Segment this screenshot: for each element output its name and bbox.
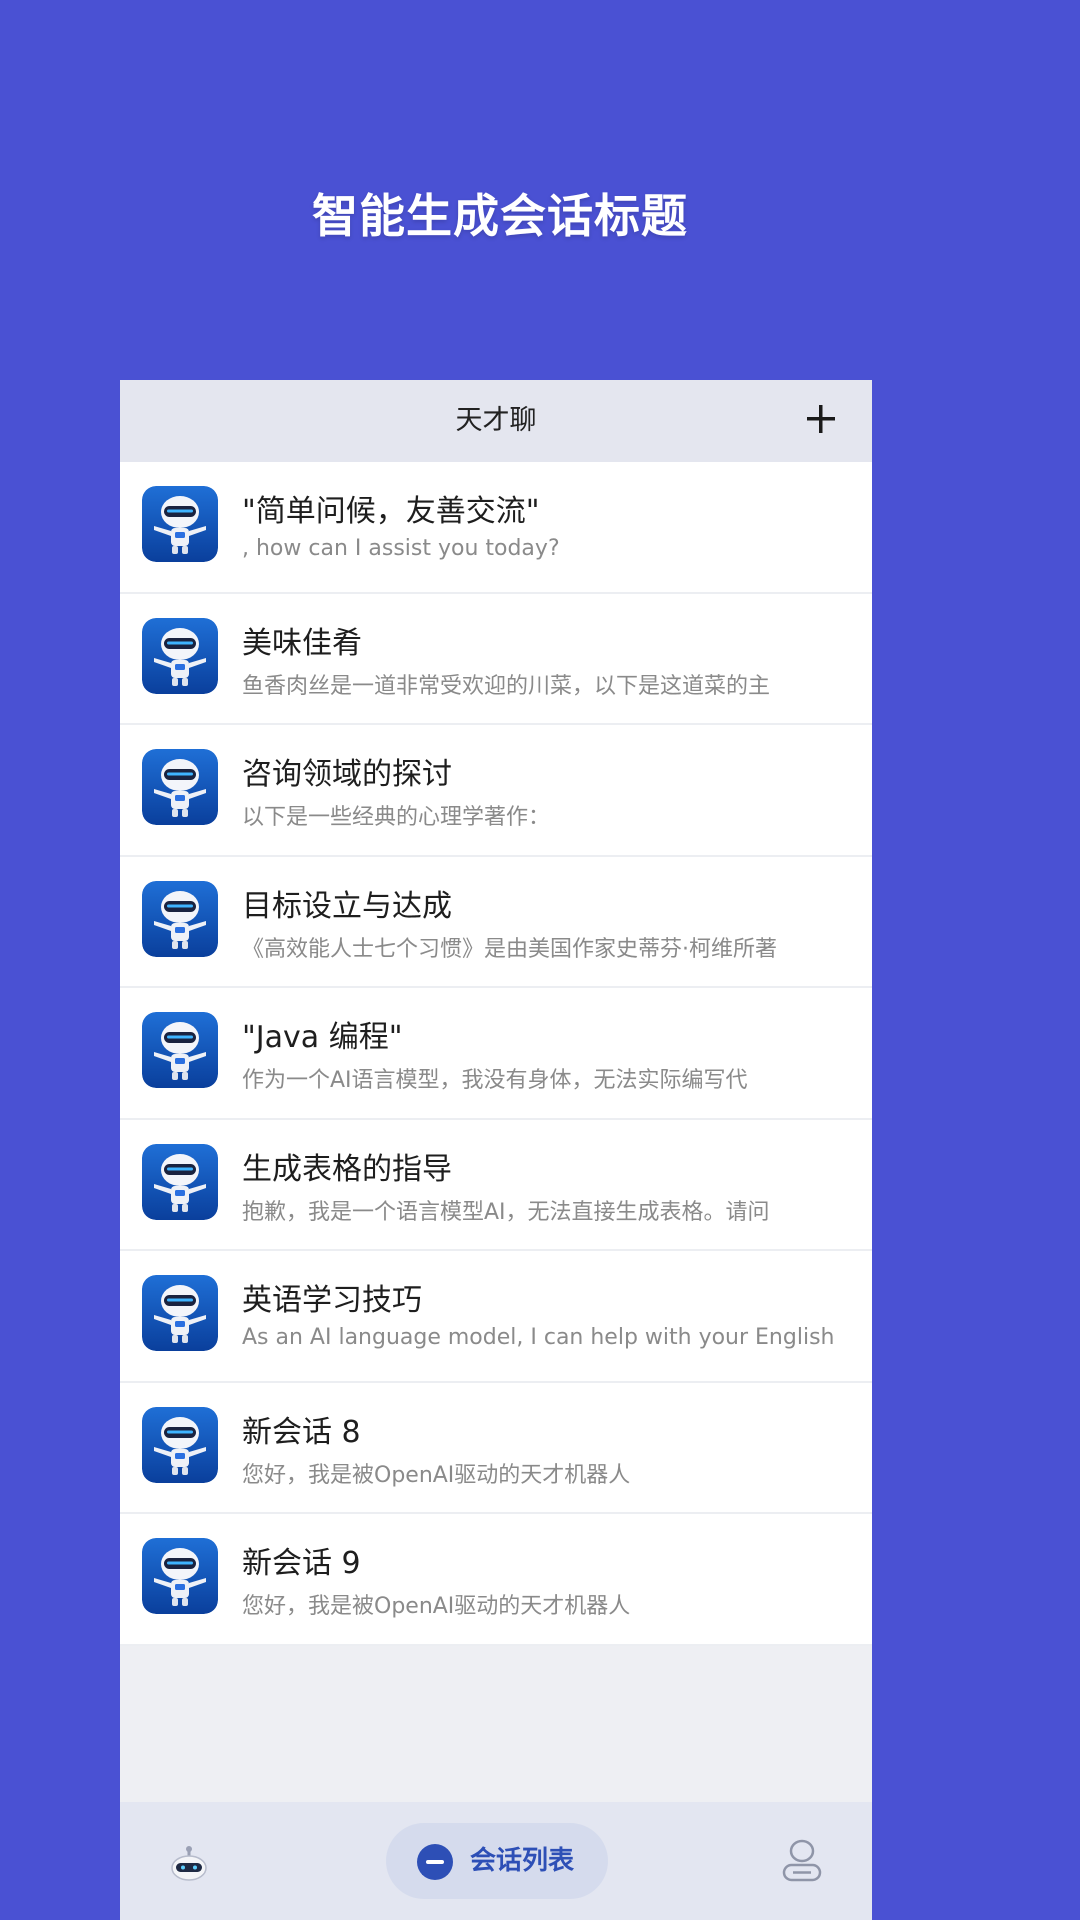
bottom-tab-bar: 会话列表 — [120, 1802, 872, 1920]
conversation-preview: 抱歉，我是一个语言模型AI，无法直接生成表格。请问 — [242, 1199, 770, 1225]
conversation-item-4[interactable]: 目标设立与达成 《高效能人士七个习惯》是由美国作家史蒂芬·柯维所著 — [120, 856, 872, 988]
conversation-preview: , how can I assist you today? — [242, 536, 560, 561]
conversation-preview: 以下是一些经典的心理学著作： — [242, 805, 551, 830]
robot-avatar-icon — [142, 1275, 218, 1351]
conversation-title: "简单问候，友善交流" — [242, 494, 540, 529]
robot-avatar-icon — [142, 880, 218, 957]
robot-icon — [171, 1846, 207, 1881]
conversation-title: 英语学习技巧 — [242, 1283, 422, 1318]
robot-avatar-icon — [142, 1143, 218, 1220]
conversation-preview: 鱼香肉丝是一道非常受欢迎的川菜，以下是这道菜的主 — [242, 673, 771, 699]
conversation-item-3[interactable]: 咨询领域的探讨 以下是一些经典的心理学著作： — [120, 725, 872, 857]
robot-avatar-icon — [142, 1406, 218, 1483]
conversation-title: 新会话 8 — [242, 1414, 361, 1450]
plus-icon — [807, 405, 835, 433]
conversation-item-8[interactable]: 新会话 8 您好，我是被OpenAI驱动的天才机器人 — [120, 1382, 872, 1514]
conversation-title: 生成表格的指导 — [242, 1151, 452, 1187]
conversation-preview: 您好，我是被OpenAI驱动的天才机器人 — [242, 1462, 631, 1488]
user-icon — [782, 1839, 822, 1882]
conversation-preview: 作为一个AI语言模型，我没有身体，无法实际编写代 — [242, 1068, 748, 1093]
banner-headline: 智能生成会话标题 — [312, 189, 688, 243]
robot-avatar-icon — [142, 1012, 218, 1088]
conversation-preview: 《高效能人士七个习惯》是由美国作家史蒂芬·柯维所著 — [242, 936, 777, 962]
chat-bubble-icon — [417, 1844, 453, 1880]
conversation-title: 目标设立与达成 — [242, 888, 452, 924]
robot-avatar-icon — [142, 749, 218, 825]
app-header: 天才聊 — [120, 380, 872, 462]
conversation-item-2[interactable]: 美味佳肴 鱼香肉丝是一道非常受欢迎的川菜，以下是这道菜的主 — [120, 593, 872, 725]
conversation-list: "简单问候，友善交流" , how can I assist you today… — [120, 462, 872, 1646]
new-conversation-button[interactable] — [796, 394, 846, 444]
conversation-preview: As an AI language model, I can help with… — [242, 1325, 835, 1350]
conversation-item-1[interactable]: "简单问候，友善交流" , how can I assist you today… — [120, 462, 872, 594]
conversation-title: 美味佳肴 — [242, 625, 362, 661]
conversation-item-7[interactable]: 英语学习技巧 As an AI language model, I can he… — [120, 1251, 872, 1383]
tab-conversation-list[interactable]: 会话列表 — [386, 1823, 608, 1899]
conversation-item-9[interactable]: 新会话 9 您好，我是被OpenAI驱动的天才机器人 — [120, 1514, 872, 1646]
conversation-item-6[interactable]: 生成表格的指导 抱歉，我是一个语言模型AI，无法直接生成表格。请问 — [120, 1119, 872, 1251]
conversation-preview: 您好，我是被OpenAI驱动的天才机器人 — [242, 1594, 631, 1619]
conversation-title: "Java 编程" — [242, 1020, 403, 1055]
robot-avatar-icon — [142, 617, 218, 694]
conversation-title: 新会话 9 — [242, 1546, 361, 1581]
tab-robot[interactable] — [166, 1840, 212, 1886]
app-title: 天才聊 — [455, 405, 537, 436]
tab-profile[interactable] — [780, 1838, 824, 1884]
conversation-item-5[interactable]: "Java 编程" 作为一个AI语言模型，我没有身体，无法实际编写代 — [120, 988, 872, 1120]
conversation-title: 咨询领域的探讨 — [242, 757, 452, 792]
robot-avatar-icon — [142, 486, 218, 562]
tab-conversation-list-label: 会话列表 — [470, 1846, 575, 1876]
app-screen: 天才聊 "简单问候，友善交流" , how can I assist you t… — [120, 380, 872, 1920]
robot-avatar-icon — [142, 1538, 218, 1614]
